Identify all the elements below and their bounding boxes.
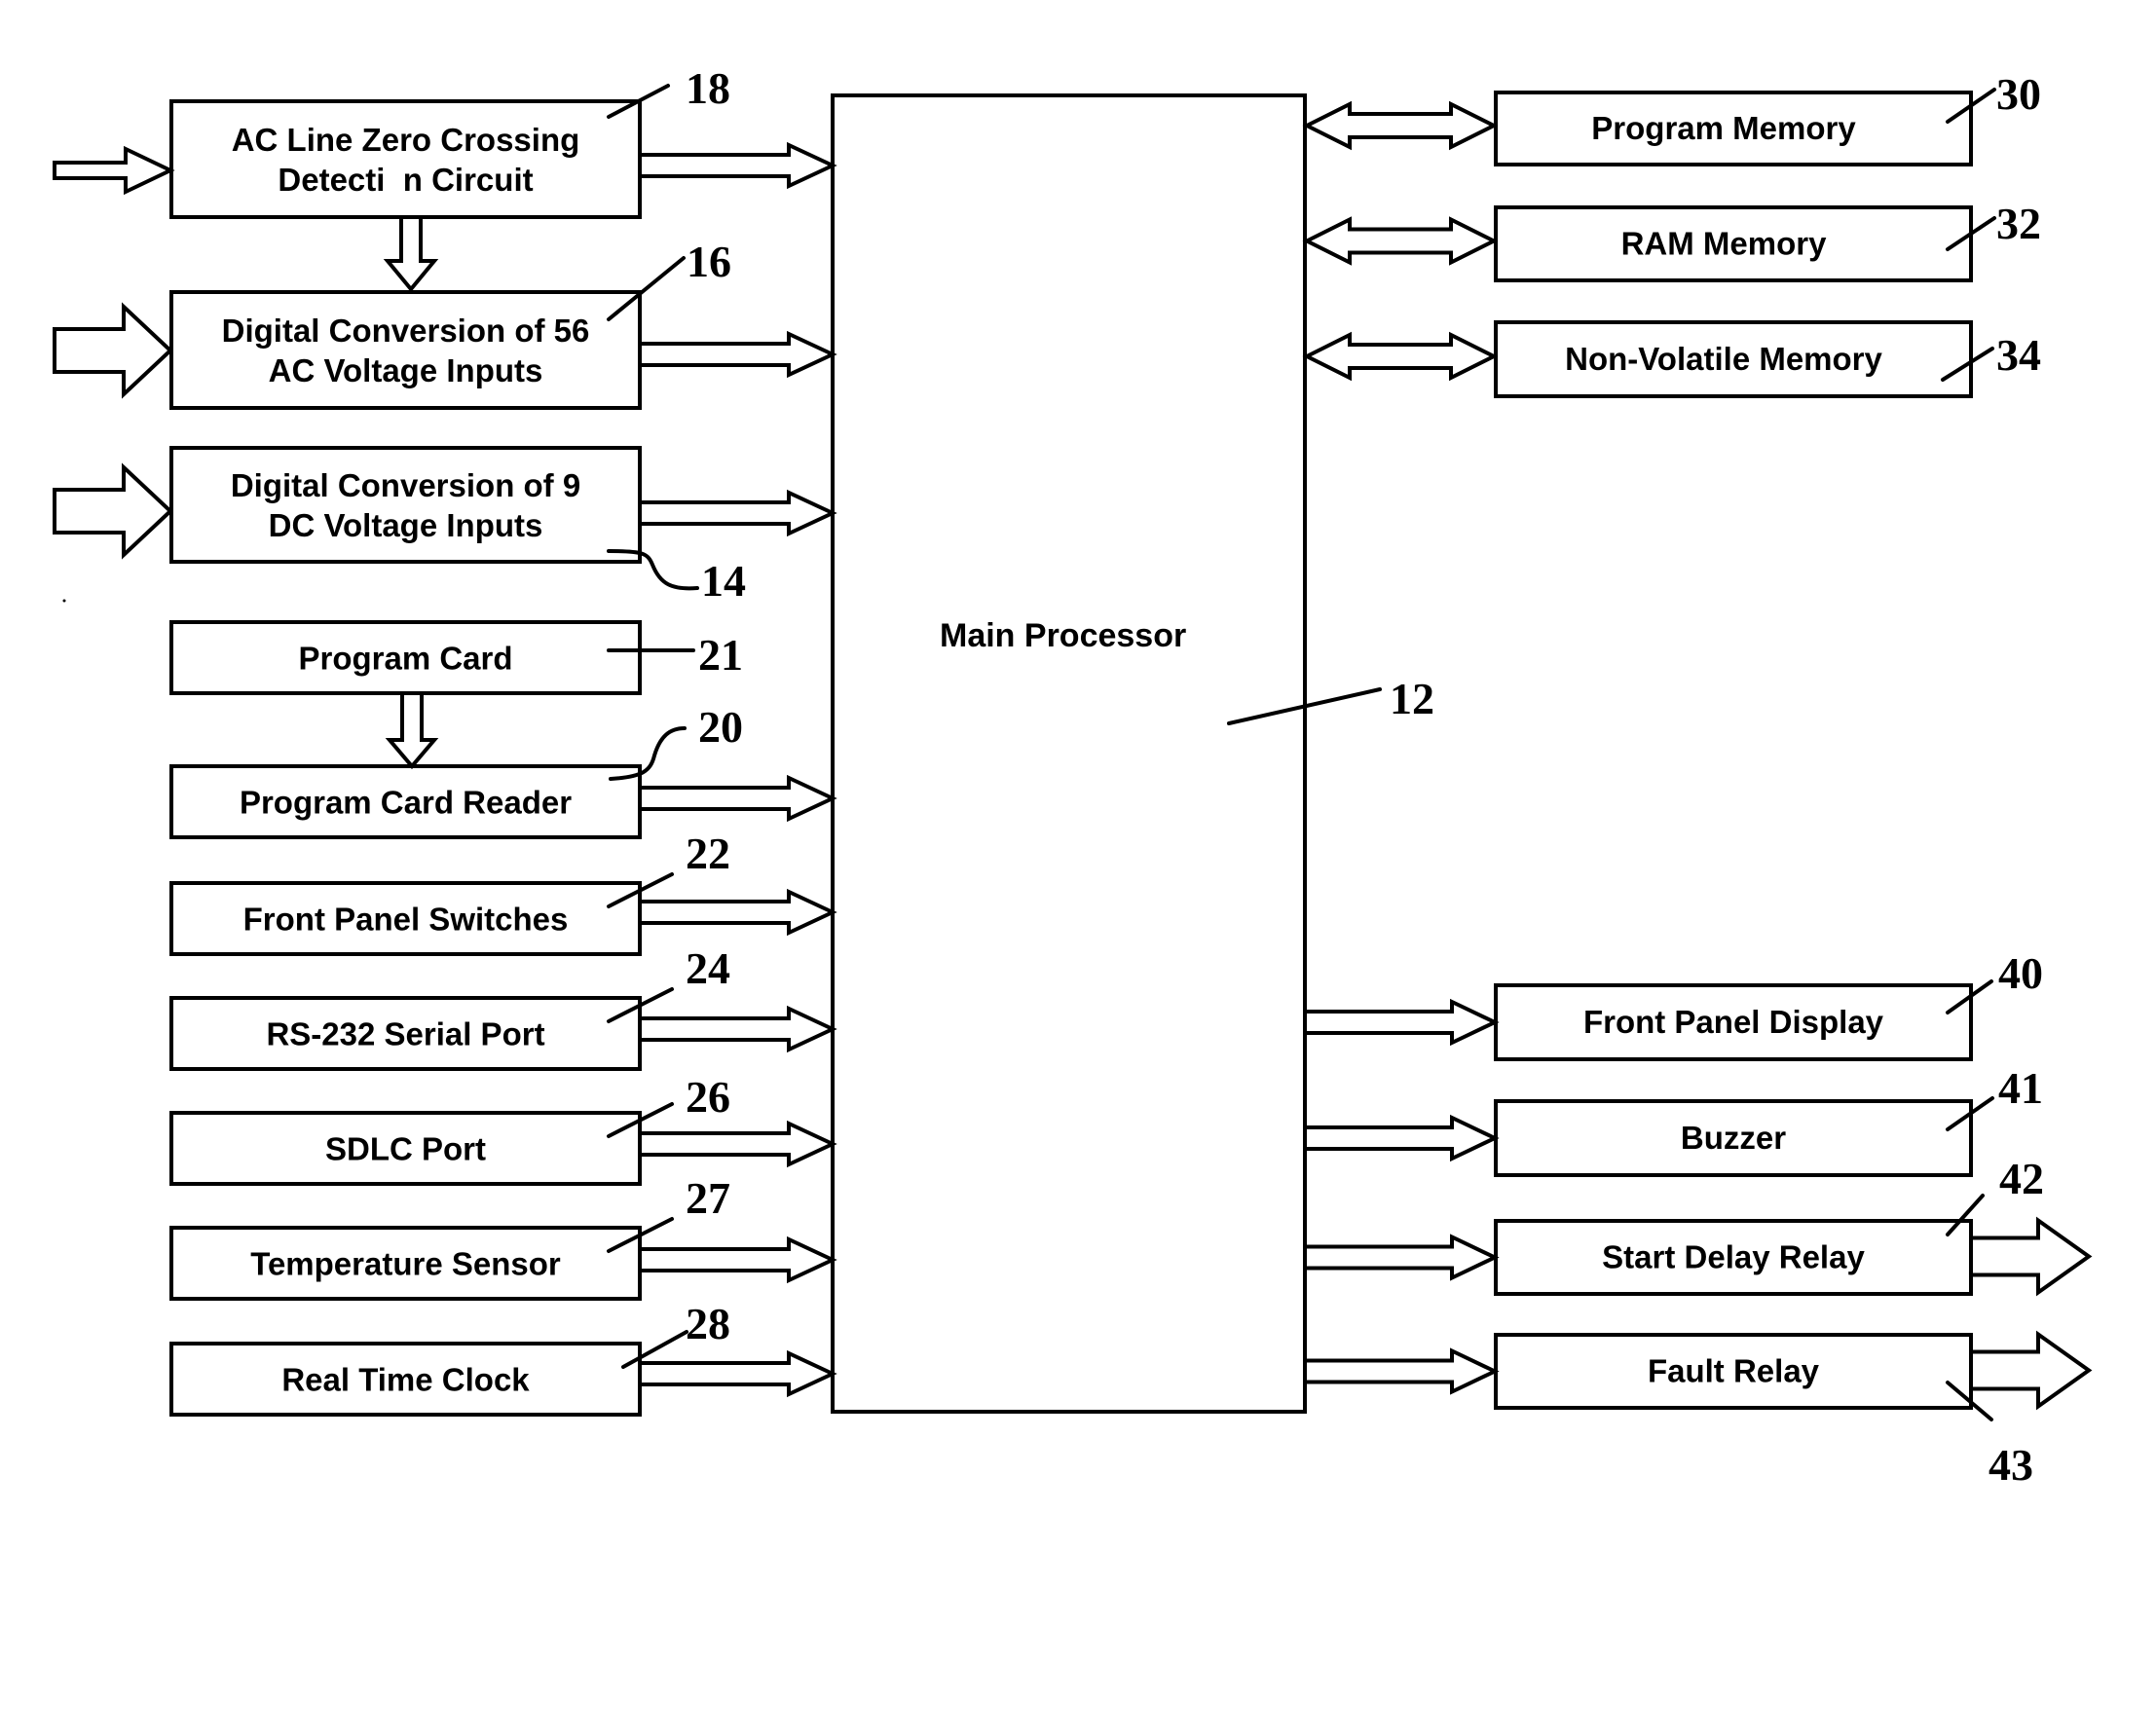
digital-conversion-ac-to-processor-arrow	[642, 330, 837, 379]
rs232-serial-port-label: RS-232 Serial Port	[266, 1016, 544, 1052]
ac-zero-crossing-box	[169, 99, 642, 219]
block-digital-conversion-ac: Digital Conversion of 56AC Voltage Input…	[53, 237, 837, 410]
ref-number-28: 28	[686, 1299, 730, 1348]
block-program-card: Program Card 21	[169, 620, 743, 695]
digital-conversion-dc-label: Digital Conversion of 9	[231, 467, 580, 503]
block-front-panel-display: Front Panel Display 40	[1307, 948, 2043, 1061]
ref-number-12: 12	[1390, 674, 1434, 723]
block-front-panel-switches: Front Panel Switches 22	[169, 829, 837, 956]
processor-to-buzzer-arrow	[1307, 1114, 1500, 1162]
temperature-sensor-to-processor-arrow	[642, 1235, 837, 1284]
real-time-clock-to-processor-arrow	[642, 1349, 837, 1398]
block-ram-memory: RAM Memory 32	[1302, 199, 2041, 282]
ref-number-14: 14	[701, 556, 746, 606]
sdlc-port-to-processor-arrow	[642, 1120, 837, 1168]
ref-number-34: 34	[1996, 330, 2041, 380]
ref-number-26: 26	[686, 1072, 730, 1122]
block-sdlc-port: SDLC Port 26	[169, 1072, 837, 1186]
block-diagram: Main Processor 12 AC Line Zero Crossing D…	[53, 63, 2093, 1490]
block-rs232-serial-port: RS-232 Serial Port 24	[169, 943, 837, 1071]
processor-to-start-delay-relay-arrow	[1307, 1234, 1500, 1281]
ref-number-41: 41	[1998, 1063, 2043, 1113]
block-temperature-sensor: Temperature Sensor 27	[169, 1173, 837, 1301]
digital-conversion-ac-box	[169, 290, 642, 410]
ref-number-30: 30	[1996, 69, 2041, 119]
digital-conversion-dc-box	[169, 446, 642, 564]
program-memory-bus-arrow	[1302, 100, 1499, 151]
digital-conversion-ac-label: Digital Conversion of 56	[222, 313, 590, 349]
main-processor-box	[831, 93, 1307, 1414]
ref-number-27: 27	[686, 1173, 730, 1223]
fault-relay-label: Fault Relay	[1648, 1353, 1820, 1389]
program-card-label: Program Card	[298, 641, 512, 677]
digital-conversion-dc-input-arrow	[53, 462, 173, 560]
ac-zero-crossing-label: AC Line Zero Crossing	[232, 122, 580, 158]
program-card-reader-label: Program Card Reader	[240, 785, 572, 821]
ac-zero-crossing-label: Detecti n Circuit	[278, 162, 533, 198]
block-non-volatile-memory: Non-Volatile Memory 34	[1302, 320, 2041, 398]
ref-number-20: 20	[698, 702, 743, 752]
block-program-card-reader: Program Card Reader 20	[169, 702, 837, 839]
ref-number-40: 40	[1998, 948, 2043, 998]
scan-speck	[62, 599, 66, 603]
start-delay-relay-output-arrow	[1973, 1216, 2093, 1297]
temperature-sensor-label: Temperature Sensor	[250, 1246, 561, 1282]
program-card-to-reader-arrow	[385, 695, 439, 770]
block-ac-zero-crossing: AC Line Zero Crossing Detecti n Circuit 18	[53, 63, 837, 219]
rs232-serial-port-to-processor-arrow	[642, 1005, 837, 1053]
block-program-memory: Program Memory 30	[1302, 69, 2041, 166]
ac-zero-crossing-input-arrow	[53, 145, 175, 196]
processor-to-front-panel-display-arrow	[1307, 998, 1500, 1047]
non-volatile-memory-label: Non-Volatile Memory	[1565, 341, 1882, 377]
ac-to-digital-ac-arrow	[383, 219, 439, 293]
fault-relay-output-arrow	[1973, 1330, 2093, 1411]
ram-memory-label: RAM Memory	[1621, 226, 1828, 262]
processor-to-fault-relay-arrow	[1307, 1347, 1500, 1395]
block-real-time-clock: Real Time Clock 28	[169, 1299, 837, 1417]
front-panel-display-label: Front Panel Display	[1583, 1004, 1884, 1040]
ref-number-24: 24	[686, 943, 730, 993]
ref-number-16: 16	[687, 237, 731, 286]
digital-conversion-ac-label: AC Voltage Inputs	[269, 352, 543, 388]
real-time-clock-label: Real Time Clock	[281, 1362, 530, 1398]
start-delay-relay-label: Start Delay Relay	[1602, 1239, 1865, 1275]
main-processor-label: Main Processor	[940, 617, 1186, 654]
digital-conversion-dc-to-processor-arrow	[642, 489, 837, 537]
ref-number-21: 21	[698, 630, 743, 680]
main-processor-block: Main Processor 12	[831, 93, 1434, 1414]
block-digital-conversion-dc: Digital Conversion of 9 DC Voltage Inputs…	[53, 446, 837, 606]
non-volatile-memory-bus-arrow	[1302, 331, 1499, 382]
block-fault-relay: Fault Relay 43	[1307, 1330, 2093, 1490]
ref-number-22: 22	[686, 829, 730, 878]
ac-zero-crossing-to-processor-arrow	[642, 141, 837, 190]
front-panel-switches-label: Front Panel Switches	[243, 902, 569, 938]
ref-number-18: 18	[686, 63, 730, 113]
ref-leader-16	[607, 256, 686, 321]
block-buzzer: Buzzer 41	[1307, 1063, 2043, 1177]
program-card-reader-to-processor-arrow	[642, 774, 837, 823]
digital-conversion-dc-label: DC Voltage Inputs	[269, 507, 543, 543]
digital-conversion-ac-input-arrow	[53, 302, 173, 399]
ram-memory-bus-arrow	[1302, 216, 1499, 266]
sdlc-port-label: SDLC Port	[325, 1131, 486, 1167]
program-memory-label: Program Memory	[1591, 110, 1856, 146]
buzzer-label: Buzzer	[1681, 1120, 1786, 1156]
front-panel-switches-to-processor-arrow	[642, 888, 837, 937]
ref-number-43: 43	[1989, 1440, 2033, 1490]
ref-number-32: 32	[1996, 199, 2041, 248]
ref-number-42: 42	[1999, 1154, 2044, 1203]
